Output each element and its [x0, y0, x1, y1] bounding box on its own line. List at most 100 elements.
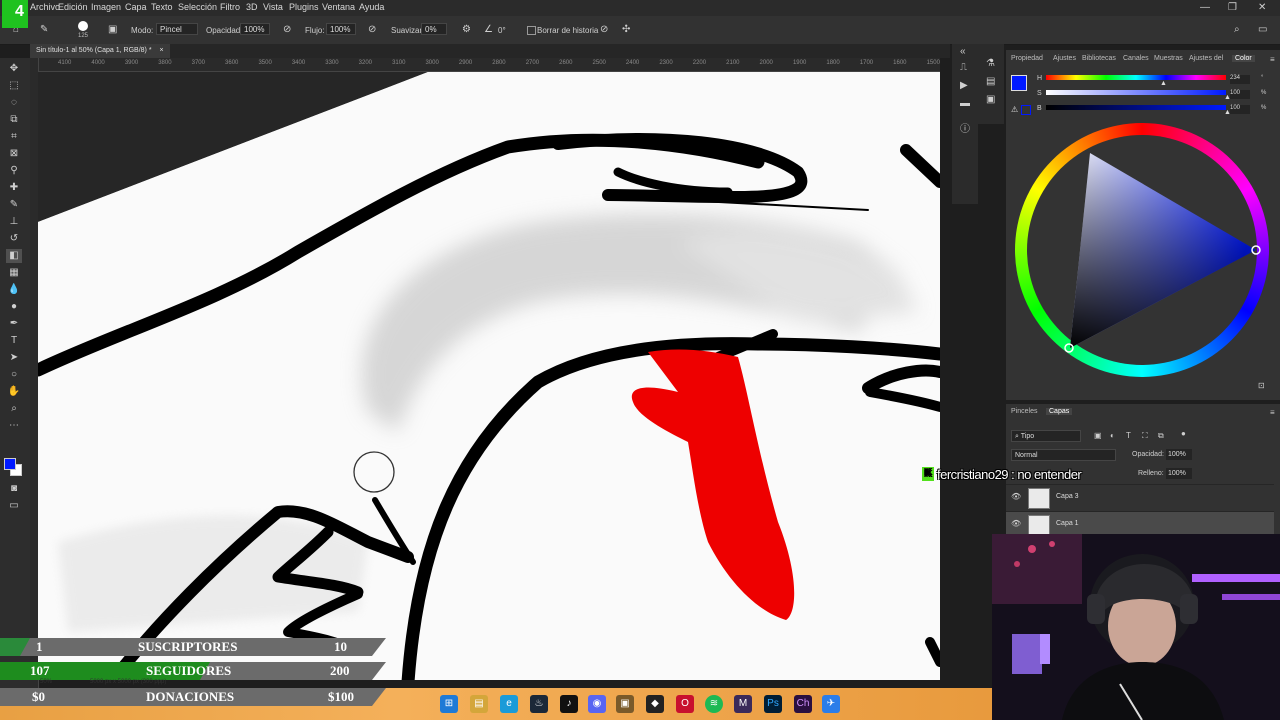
tab-ajustes-del[interactable]: Ajustes del [1189, 55, 1223, 62]
menu-capa[interactable]: Capa [125, 2, 147, 12]
spotify-icon[interactable]: ≋ [705, 695, 723, 713]
minimize-icon[interactable]: — [1200, 2, 1210, 13]
flow-input[interactable]: 100% [326, 23, 356, 35]
photoshop-icon[interactable]: Ps [764, 695, 782, 713]
filter-shape-icon[interactable]: ⛶ [1142, 430, 1148, 442]
tab-color[interactable]: Color [1232, 55, 1255, 62]
brush-settings-icon[interactable]: ▣ [108, 24, 117, 36]
saturation-brightness-triangle[interactable] [1015, 123, 1269, 377]
document-tab[interactable]: Sin título-1 al 50% (Capa 1, RGB/8) * × [30, 44, 170, 58]
document-canvas[interactable] [38, 72, 940, 680]
pressure-size-icon[interactable]: ⊘ [600, 24, 608, 36]
collapse-icon[interactable]: « [960, 46, 966, 58]
browser-icon[interactable]: ✈ [822, 695, 840, 713]
comments-icon[interactable]: ▬ [960, 98, 970, 110]
layer-comps-icon[interactable]: ▤ [986, 76, 995, 88]
close-tab-icon[interactable]: × [160, 47, 164, 54]
swatches-panel-icon[interactable]: ▣ [986, 94, 995, 106]
history-panel-icon[interactable]: ⎍ [960, 62, 967, 74]
layer-opacity-input[interactable]: 100% [1166, 449, 1192, 460]
character-animator-icon[interactable]: Ch [794, 695, 812, 713]
menu-archivo[interactable]: Archivo [30, 2, 60, 12]
app-icon[interactable]: ▣ [616, 695, 634, 713]
filter-adjust-icon[interactable]: ◐ [1110, 430, 1115, 442]
gear-icon[interactable]: ⚙ [462, 24, 471, 36]
layers-menu-icon[interactable]: ≡ [1270, 407, 1275, 419]
healing-brush-tool-icon[interactable]: ✚ [6, 181, 22, 195]
object-select-tool-icon[interactable]: ⧉ [6, 113, 22, 127]
fill-input[interactable]: 100% [1166, 468, 1192, 479]
tab-bibliotecas[interactable]: Bibliotecas [1082, 55, 1116, 62]
screen-mode-icon[interactable]: ▭ [6, 499, 22, 513]
path-select-tool-icon[interactable]: ➤ [6, 351, 22, 365]
menu-texto[interactable]: Texto [151, 2, 173, 12]
eraser-tool-icon[interactable]: ◧ [6, 249, 22, 263]
brightness-slider[interactable] [1046, 105, 1226, 110]
virtual-desktop-icon[interactable]: M [734, 695, 752, 713]
discord-icon[interactable]: ◉ [588, 695, 606, 713]
foreground-color-swatch[interactable] [4, 458, 16, 470]
mode-select[interactable]: Pincel [156, 23, 198, 35]
tiktok-icon[interactable]: ♪ [560, 695, 578, 713]
tab-muestras[interactable]: Muestras [1154, 55, 1183, 62]
marquee-tool-icon[interactable]: ⬚ [6, 79, 22, 93]
gradient-tool-icon[interactable]: ▦ [6, 266, 22, 280]
expand-icon[interactable]: ⊡ [1258, 380, 1265, 392]
tab-capas[interactable]: Capas [1046, 408, 1073, 415]
layer-row[interactable]: 👁 Capa 3 [1006, 484, 1274, 511]
tab-canales[interactable]: Canales [1123, 55, 1149, 62]
davinci-icon[interactable]: ◆ [646, 695, 664, 713]
file-explorer-icon[interactable]: ▤ [470, 695, 488, 713]
menu-plugins[interactable]: Plugins [289, 2, 319, 12]
filter-smart-icon[interactable]: ⧉ [1158, 430, 1164, 442]
lasso-tool-icon[interactable]: ◌ [6, 96, 22, 110]
angle-value[interactable]: 0° [498, 26, 506, 35]
visibility-eye-icon[interactable]: 👁 [1011, 492, 1021, 501]
eyedropper-tool-icon[interactable]: ⚲ [6, 164, 22, 178]
crop-tool-icon[interactable]: ⌗ [6, 130, 22, 144]
pen-tool-icon[interactable]: ✒ [6, 317, 22, 331]
menu-filtro[interactable]: Filtro [220, 2, 240, 12]
hand-tool-icon[interactable]: ✋ [6, 385, 22, 399]
brush-tool-icon[interactable]: ✎ [6, 198, 22, 212]
opera-gx-icon[interactable]: O [676, 695, 694, 713]
history-brush-tool-icon[interactable]: ↺ [6, 232, 22, 246]
shape-tool-icon[interactable]: ○ [6, 368, 22, 382]
b-value[interactable]: 100 [1230, 105, 1250, 114]
move-tool-icon[interactable]: ✥ [6, 62, 22, 76]
windows-icon[interactable]: ⊞ [440, 695, 458, 713]
search-icon[interactable]: ⌕ [1234, 24, 1240, 36]
workspace-icon[interactable]: ▭ [1258, 24, 1267, 36]
type-tool-icon[interactable]: T [6, 334, 22, 348]
more-tools-icon[interactable]: ⋯ [6, 419, 22, 433]
menu-ventana[interactable]: Ventana [322, 2, 355, 12]
frame-tool-icon[interactable]: ⊠ [6, 147, 22, 161]
quick-mask-icon[interactable]: ◙ [6, 482, 22, 496]
visibility-eye-icon[interactable]: 👁 [1011, 519, 1021, 528]
menu-imagen[interactable]: Imagen [91, 2, 121, 12]
filter-type-icon[interactable]: T [1126, 430, 1131, 442]
filter-toggle-icon[interactable]: ● [1181, 428, 1186, 440]
websafe-swatch[interactable] [1021, 105, 1031, 115]
steam-icon[interactable]: ♨ [530, 695, 548, 713]
menu-vista[interactable]: Vista [263, 2, 283, 12]
close-icon[interactable]: ✕ [1258, 2, 1266, 13]
actions-play-icon[interactable]: ▶ [960, 80, 968, 92]
menu-edicion[interactable]: Edición [58, 2, 88, 12]
menu-ayuda[interactable]: Ayuda [359, 2, 384, 12]
foreground-swatch[interactable] [1011, 75, 1027, 91]
s-value[interactable]: 100 [1230, 90, 1250, 99]
clone-stamp-tool-icon[interactable]: ⊥ [6, 215, 22, 229]
blur-tool-icon[interactable]: 💧 [6, 283, 22, 297]
brush-preview-icon[interactable] [78, 21, 88, 31]
tab-pinceles[interactable]: Pinceles [1011, 408, 1037, 415]
tab-propiedades[interactable]: Propiedad [1011, 55, 1043, 62]
hue-slider[interactable] [1046, 75, 1226, 80]
saturation-slider[interactable] [1046, 90, 1226, 95]
panel-menu-icon[interactable]: ≡ [1270, 54, 1275, 66]
menu-seleccion[interactable]: Selección [178, 2, 217, 12]
tab-ajustes[interactable]: Ajustes [1053, 55, 1076, 62]
smoothing-input[interactable]: 0% [421, 23, 447, 35]
filter-pixel-icon[interactable]: ▣ [1094, 430, 1102, 442]
maximize-icon[interactable]: ❐ [1228, 2, 1237, 13]
